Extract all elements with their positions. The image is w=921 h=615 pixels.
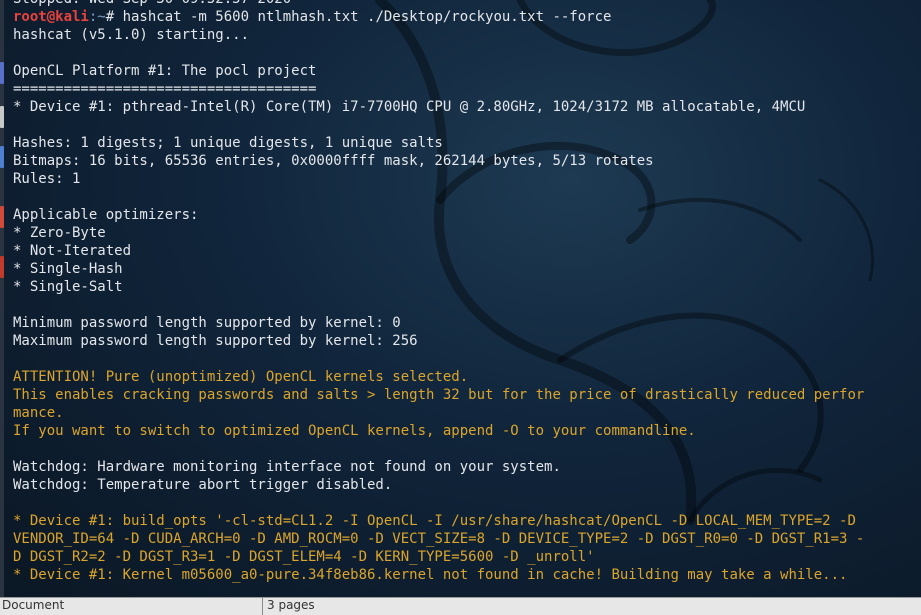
terminal-output: Stopped: Wed Sep 30 09:52:57 2020root@ka…: [13, 0, 864, 584]
launcher-icon[interactable]: [0, 146, 4, 168]
terminal-line: * Single-Hash: [13, 261, 123, 277]
launcher-icon[interactable]: [0, 256, 4, 278]
launcher-icon[interactable]: [0, 206, 4, 228]
terminal-line: Watchdog: Hardware monitoring interface …: [13, 459, 561, 475]
terminal-line: VENDOR_ID=64 -D CUDA_ARCH=0 -D AMD_ROCM=…: [13, 531, 865, 547]
terminal-line: * Single-Salt: [13, 279, 123, 295]
terminal-prompt-line: root@kali:~# hashcat -m 5600 ntlmhash.tx…: [13, 8, 864, 26]
terminal-window[interactable]: Stopped: Wed Sep 30 09:52:57 2020root@ka…: [0, 0, 921, 597]
terminal-line: Minimum password length supported by ker…: [13, 315, 401, 331]
terminal-line: mance.: [13, 405, 64, 421]
status-page-count: 3 pages: [262, 598, 315, 615]
terminal-line: Watchdog: Temperature abort trigger disa…: [13, 477, 393, 493]
status-bar: Document 3 pages: [0, 597, 921, 615]
terminal-line: * Device #1: pthread-Intel(R) Core(TM) i…: [13, 99, 806, 115]
dock-edge: [0, 0, 4, 597]
terminal-line: * Zero-Byte: [13, 225, 106, 241]
terminal-line: Stopped: Wed Sep 30 09:52:57 2020: [13, 0, 864, 8]
status-document: Document: [2, 598, 65, 612]
terminal-line: This enables cracking passwords and salt…: [13, 387, 865, 403]
terminal-line: * Device #1: Kernel m05600_a0-pure.34f8e…: [13, 567, 848, 583]
terminal-line: hashcat (v5.1.0) starting...: [13, 27, 250, 43]
terminal-line: ====================================: [13, 81, 317, 97]
terminal-line: If you want to switch to optimized OpenC…: [13, 423, 696, 439]
terminal-line: Rules: 1: [13, 171, 81, 187]
terminal-line: Maximum password length supported by ker…: [13, 333, 418, 349]
terminal-line: Applicable optimizers:: [13, 207, 199, 223]
terminal-line: * Device #1: build_opts '-cl-std=CL1.2 -…: [13, 513, 856, 529]
terminal-line: * Not-Iterated: [13, 243, 132, 259]
terminal-line: Bitmaps: 16 bits, 65536 entries, 0x0000f…: [13, 153, 654, 169]
launcher-icon[interactable]: [0, 106, 4, 128]
command-text[interactable]: hashcat -m 5600 ntlmhash.txt ./Desktop/r…: [123, 9, 612, 25]
terminal-line: Hashes: 1 digests; 1 unique digests, 1 u…: [13, 135, 443, 151]
terminal-line: ATTENTION! Pure (unoptimized) OpenCL ker…: [13, 369, 469, 385]
prompt-symbol: #: [105, 9, 123, 25]
terminal-line: D DGST_R2=2 -D DGST_R3=1 -D DGST_ELEM=4 …: [13, 549, 595, 565]
prompt-user: root@kali: [13, 9, 89, 25]
launcher-icon[interactable]: [0, 62, 4, 84]
prompt-path: :~: [88, 9, 106, 25]
terminal-line: OpenCL Platform #1: The pocl project: [13, 63, 317, 79]
